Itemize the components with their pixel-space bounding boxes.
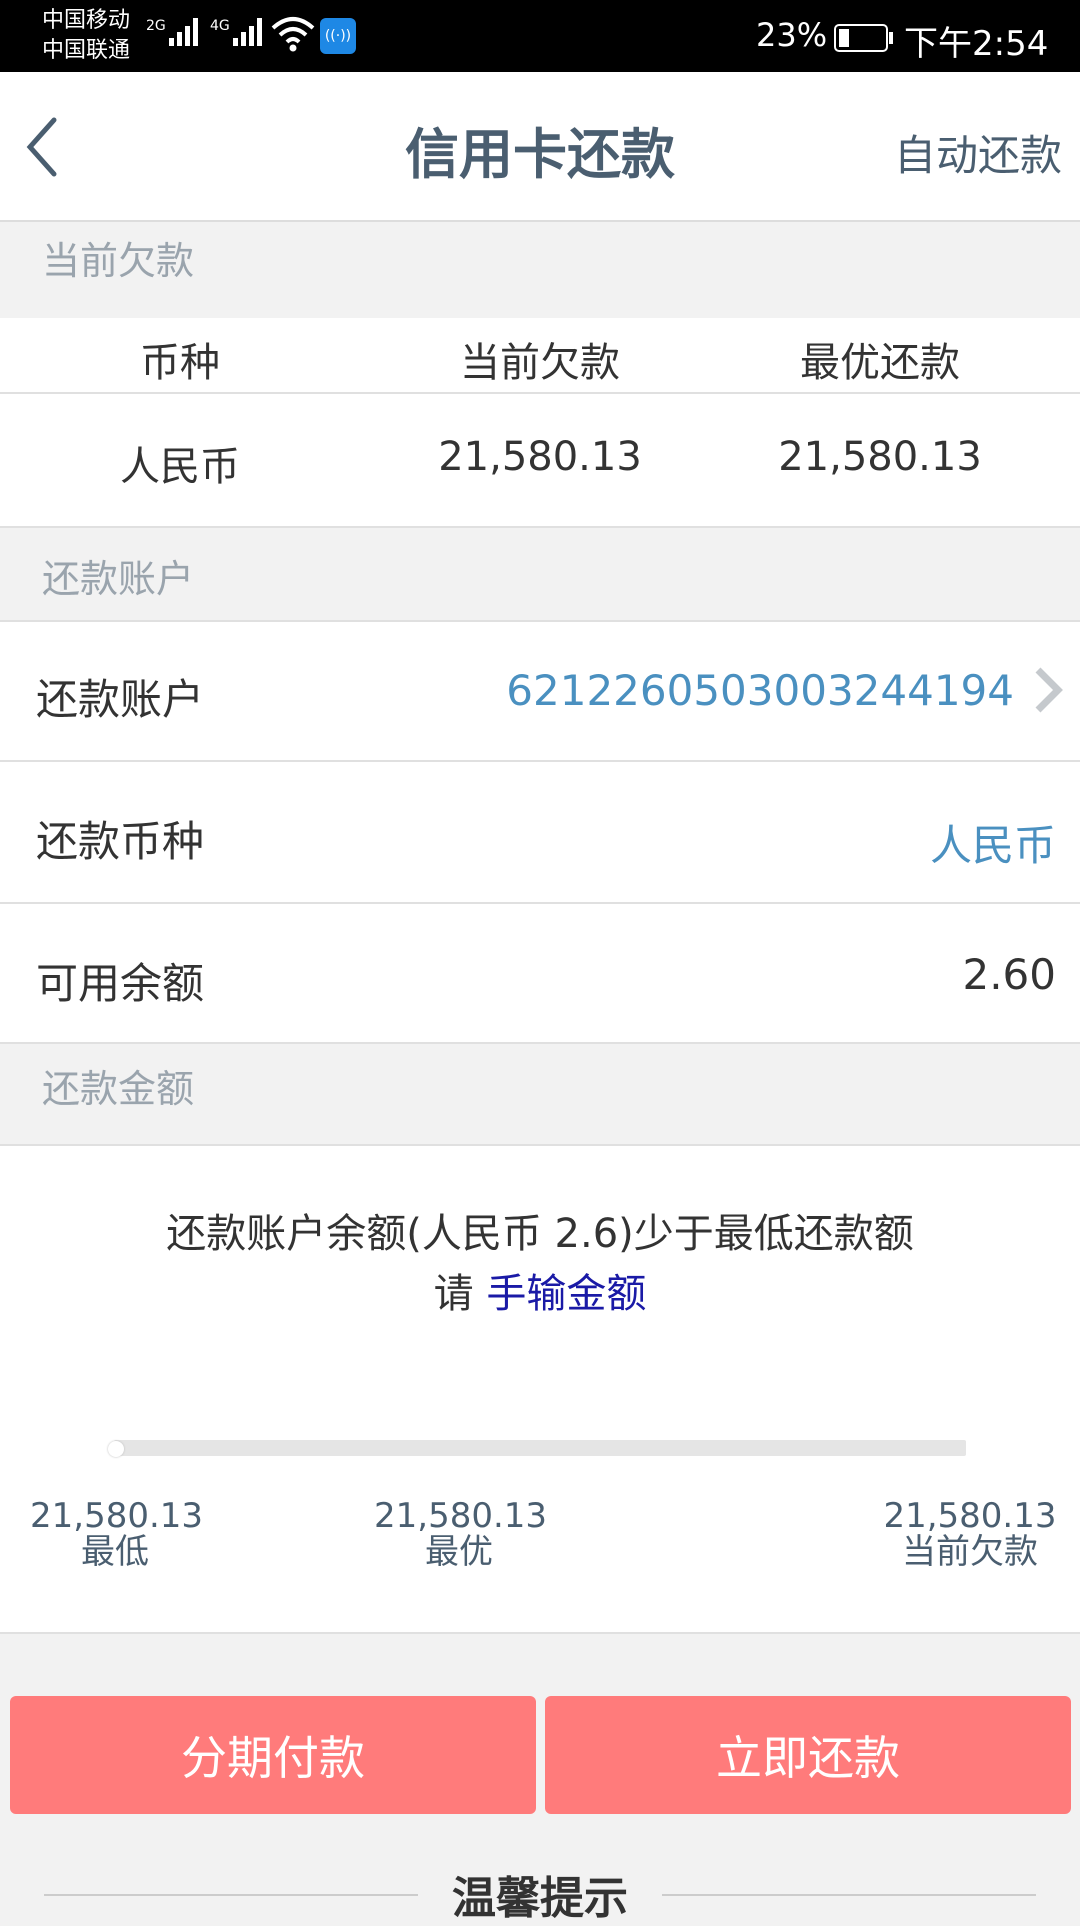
- carrier-1: 中国移动: [42, 8, 131, 33]
- tick-optimal-value: 21,580.13: [374, 1496, 548, 1536]
- column-header-current-debt: 当前欠款: [460, 340, 620, 386]
- notice-input-line: 请 手输金额: [0, 1264, 1080, 1324]
- manual-amount-link[interactable]: 手输金额: [486, 1271, 646, 1317]
- balance-value: 2.60: [962, 950, 1056, 999]
- balance-row: 可用余额 2.60: [0, 904, 1080, 1042]
- auto-repay-button[interactable]: 自动还款: [894, 122, 1062, 183]
- hotspot-icon: ((·)): [320, 18, 356, 54]
- carrier-names: 中国移动 中国联通: [42, 6, 130, 66]
- amount-slider-thumb[interactable]: [108, 1441, 124, 1457]
- battery-icon: [834, 24, 893, 52]
- tick-minimum-value: 21,580.13: [30, 1496, 204, 1536]
- account-label: 还款账户: [36, 675, 205, 724]
- tick-minimum-label: 最低: [81, 1532, 149, 1572]
- divider: [0, 1632, 1080, 1634]
- currency-row[interactable]: 还款币种 人民币: [0, 762, 1080, 902]
- wifi-icon: [271, 17, 315, 52]
- tick-current-debt-label: 当前欠款: [902, 1532, 1038, 1572]
- tick-minimum[interactable]: 21,580.13 最低: [30, 1496, 204, 1572]
- tick-optimal[interactable]: 21,580.13 最优: [374, 1496, 548, 1572]
- tick-current-debt[interactable]: 21,580.13 当前欠款: [880, 1498, 1060, 1570]
- currency-value: 人民币: [929, 821, 1056, 870]
- column-header-currency: 币种: [140, 340, 220, 386]
- notice-text: 还款账户余额(人民币 2.6)少于最低还款额: [166, 1211, 914, 1257]
- signal-4g-icon: 4G: [210, 18, 265, 46]
- account-number: 6212260503003244194: [506, 666, 1014, 715]
- column-header-optimal-repay: 最优还款: [800, 340, 960, 386]
- repay-now-button[interactable]: 立即还款: [545, 1696, 1071, 1814]
- balance-label: 可用余额: [36, 959, 205, 1008]
- clock: 下午2:54: [904, 24, 1049, 64]
- amount-slider-track[interactable]: [114, 1440, 966, 1456]
- status-bar: 中国移动 中国联通 2G 4G ((·)) 23% 下午2:54: [0, 0, 1080, 72]
- section-header-account: 还款账户: [0, 528, 1080, 620]
- notice-prefix: 请: [433, 1271, 474, 1317]
- installment-button[interactable]: 分期付款: [10, 1696, 536, 1814]
- debt-table: 币种 当前欠款 最优还款 人民币 21,580.13 21,580.13: [0, 318, 1080, 526]
- battery-percent: 23%: [756, 16, 828, 54]
- cell-currency: 人民币: [120, 444, 240, 490]
- divider: [0, 392, 1080, 394]
- section-header-debt: 当前欠款: [0, 222, 1080, 318]
- chevron-right-icon: [1035, 667, 1063, 713]
- nav-bar: 信用卡还款 自动还款: [0, 72, 1080, 222]
- section-header-amount: 还款金额: [0, 1044, 1080, 1144]
- currency-label: 还款币种: [36, 817, 205, 866]
- carrier-2: 中国联通: [42, 38, 131, 63]
- account-row[interactable]: 还款账户 6212260503003244194: [0, 622, 1080, 760]
- cell-optimal-repay: 21,580.13: [778, 434, 982, 480]
- cell-current-debt: 21,580.13: [438, 434, 642, 480]
- tips-title: 温馨提示: [452, 1873, 628, 1924]
- signal-2g-icon: 2G: [146, 18, 201, 46]
- tick-current-debt-value: 21,580.13: [883, 1496, 1057, 1536]
- tick-optimal-label: 最优: [425, 1532, 493, 1572]
